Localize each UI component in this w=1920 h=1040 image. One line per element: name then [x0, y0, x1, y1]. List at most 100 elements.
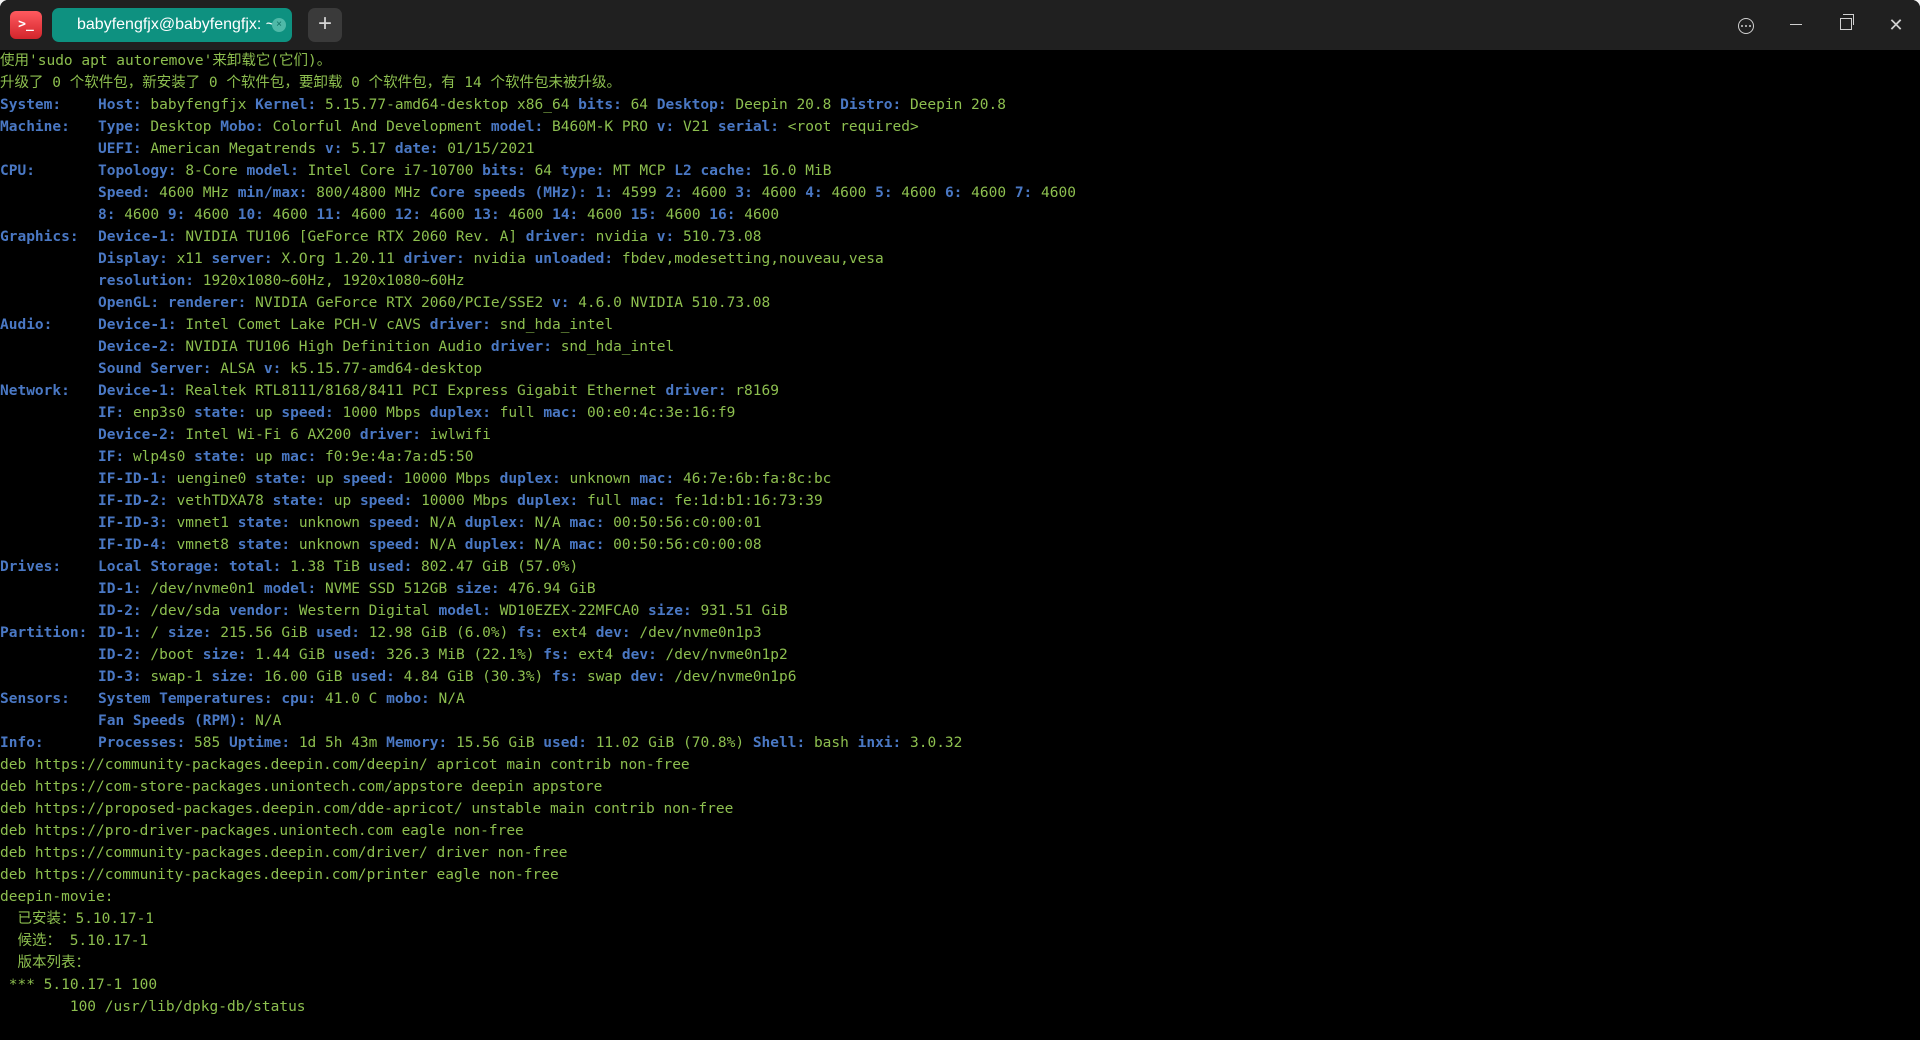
- field-value: 12.98 GiB (6.0%): [368, 625, 509, 641]
- field-value: 510.73.08: [682, 229, 762, 245]
- field-value: unknown: [298, 515, 360, 531]
- field-key: ID-2:: [98, 647, 142, 663]
- terminal-line: 使用'sudo apt autoremove'来卸载它(它们)。: [0, 53, 332, 69]
- field-key: v:: [656, 119, 675, 135]
- field-key: ID-1:: [98, 581, 142, 597]
- field-value: Desktop: [150, 119, 212, 135]
- field-value: 4600 MHz: [159, 185, 229, 201]
- field-key: Topology:: [98, 163, 177, 179]
- terminal-window: >_ babyfengfjx@babyfengfjx: ~ × + ✕ 使用's…: [0, 0, 1920, 1040]
- inxi-line: IF-ID-3: vmnet1 state: unknown speed: N/…: [0, 512, 1920, 534]
- inxi-line: ID-2: /boot size: 1.44 GiB used: 326.3 M…: [0, 644, 1920, 666]
- field-key: 11:: [316, 207, 343, 223]
- field-value: /dev/nvme0n1p6: [674, 669, 797, 685]
- field-key: used:: [351, 669, 395, 685]
- field-key: IF-ID-1:: [98, 471, 168, 487]
- field-value: up: [316, 471, 334, 487]
- field-value: 4599: [621, 185, 657, 201]
- field-key: Uptime:: [228, 735, 291, 751]
- field-key: IF-ID-3:: [98, 515, 168, 531]
- field-key: driver:: [525, 229, 587, 245]
- field-key: Desktop:: [656, 97, 727, 113]
- field-value: f0:9e:4a:7a:d5:50: [325, 449, 474, 465]
- maximize-icon[interactable]: [1831, 10, 1861, 40]
- field-key: renderer:: [167, 295, 247, 311]
- field-value: Deepin 20.8: [735, 97, 832, 113]
- field-key: type:: [560, 163, 605, 179]
- field-value: 4600: [691, 185, 727, 201]
- field-key: speed:: [281, 405, 334, 421]
- field-key: Sound Server:: [98, 361, 212, 377]
- field-value: 4600: [1041, 185, 1076, 201]
- close-window-icon[interactable]: ✕: [1881, 10, 1911, 40]
- terminal-output[interactable]: 使用'sudo apt autoremove'来卸载它(它们)。 升级了 0 个软…: [0, 50, 1920, 1040]
- field-key: speed:: [368, 515, 422, 531]
- field-value: 11.02 GiB (70.8%): [595, 735, 745, 751]
- field-value: B460M-K PRO: [552, 119, 649, 135]
- field-value: 4600: [587, 207, 622, 223]
- field-value: 931.51 GiB: [700, 603, 788, 619]
- inxi-line: Sensors: System Temperatures: cpu: 41.0 C…: [0, 688, 1920, 710]
- field-key: speed:: [342, 471, 395, 487]
- terminal-line: deb https://community-packages.deepin.co…: [0, 845, 568, 861]
- field-value: /boot: [150, 647, 195, 663]
- inxi-line: Sound Server: ALSA v: k5.15.77-amd64-des…: [0, 358, 1920, 380]
- field-key: state:: [255, 471, 308, 487]
- field-value: NVIDIA TU106 [GeForce RTX 2060 Rev. A]: [185, 229, 518, 245]
- field-key: fs:: [517, 625, 544, 641]
- inxi-line: IF-ID-2: vethTDXA78 state: up speed: 100…: [0, 490, 1920, 512]
- field-key: 16:: [709, 207, 736, 223]
- more-options-icon[interactable]: [1731, 10, 1761, 40]
- inxi-line: 8: 4600 9: 4600 10: 4600 11: 4600 12: 46…: [0, 204, 1920, 226]
- section-label: Info:: [0, 735, 44, 751]
- field-key: state:: [194, 449, 247, 465]
- field-key: vendor:: [228, 603, 291, 619]
- section-label: Audio:: [0, 317, 53, 333]
- field-value: 802.47 GiB (57.0%): [421, 559, 579, 575]
- field-value: 5.17: [351, 141, 387, 157]
- field-value: 1d 5h 43m: [298, 735, 378, 751]
- field-value: 00:50:56:c0:00:01: [613, 515, 762, 531]
- new-tab-button[interactable]: +: [308, 8, 342, 42]
- field-key: mobo:: [386, 691, 430, 707]
- section-label: Sensors:: [0, 691, 70, 707]
- field-value: 4600: [901, 185, 937, 201]
- field-value: 00:e0:4c:3e:16:f9: [586, 405, 736, 421]
- field-key: state:: [237, 515, 291, 531]
- field-value: 4600: [508, 207, 544, 223]
- section-label: Drives:: [0, 559, 62, 575]
- field-value: 10000 Mbps: [421, 493, 509, 509]
- field-value: Western Digital: [298, 603, 430, 619]
- field-key: size:: [455, 581, 500, 597]
- inxi-line: Graphics: Device-1: NVIDIA TU106 [GeForce…: [0, 226, 1920, 248]
- field-value: 3.0.32: [910, 735, 963, 751]
- field-key: IF:: [98, 405, 125, 421]
- inxi-line: ID-1: /dev/nvme0n1 model: NVME SSD 512GB…: [0, 578, 1920, 600]
- field-key: dev:: [595, 625, 631, 641]
- field-value: 4600: [272, 207, 308, 223]
- field-value: enp3s0: [132, 405, 186, 421]
- field-value: American Megatrends: [150, 141, 317, 157]
- field-key: state:: [237, 537, 291, 553]
- field-key: ID-3:: [98, 669, 142, 685]
- restore-shape: [1840, 14, 1854, 30]
- section-label: Network:: [0, 383, 70, 399]
- field-value: uengine0: [176, 471, 247, 487]
- minimize-icon[interactable]: [1781, 10, 1811, 40]
- tab-title: babyfengfjx@babyfengfjx: ~: [77, 16, 276, 33]
- field-value: 64: [630, 97, 649, 113]
- field-value: 4600: [971, 185, 1007, 201]
- field-key: mac:: [630, 493, 666, 509]
- field-key: Type:: [98, 119, 142, 135]
- tab-close-icon[interactable]: ×: [272, 18, 286, 32]
- inxi-line: Display: x11 server: X.Org 1.20.11 drive…: [0, 248, 1920, 270]
- field-key: dev:: [630, 669, 666, 685]
- terminal-tab[interactable]: babyfengfjx@babyfengfjx: ~ ×: [52, 8, 292, 42]
- section-label: Graphics:: [0, 229, 79, 245]
- terminal-line: deb https://com-store-packages.uniontech…: [0, 779, 603, 795]
- field-value: Realtek RTL8111/8168/8411 PCI Express Gi…: [185, 383, 657, 399]
- field-key: Fan Speeds (RPM):: [98, 713, 247, 729]
- field-key: 5:: [875, 185, 893, 201]
- field-key: size:: [648, 603, 692, 619]
- field-value: nvidia: [473, 251, 526, 267]
